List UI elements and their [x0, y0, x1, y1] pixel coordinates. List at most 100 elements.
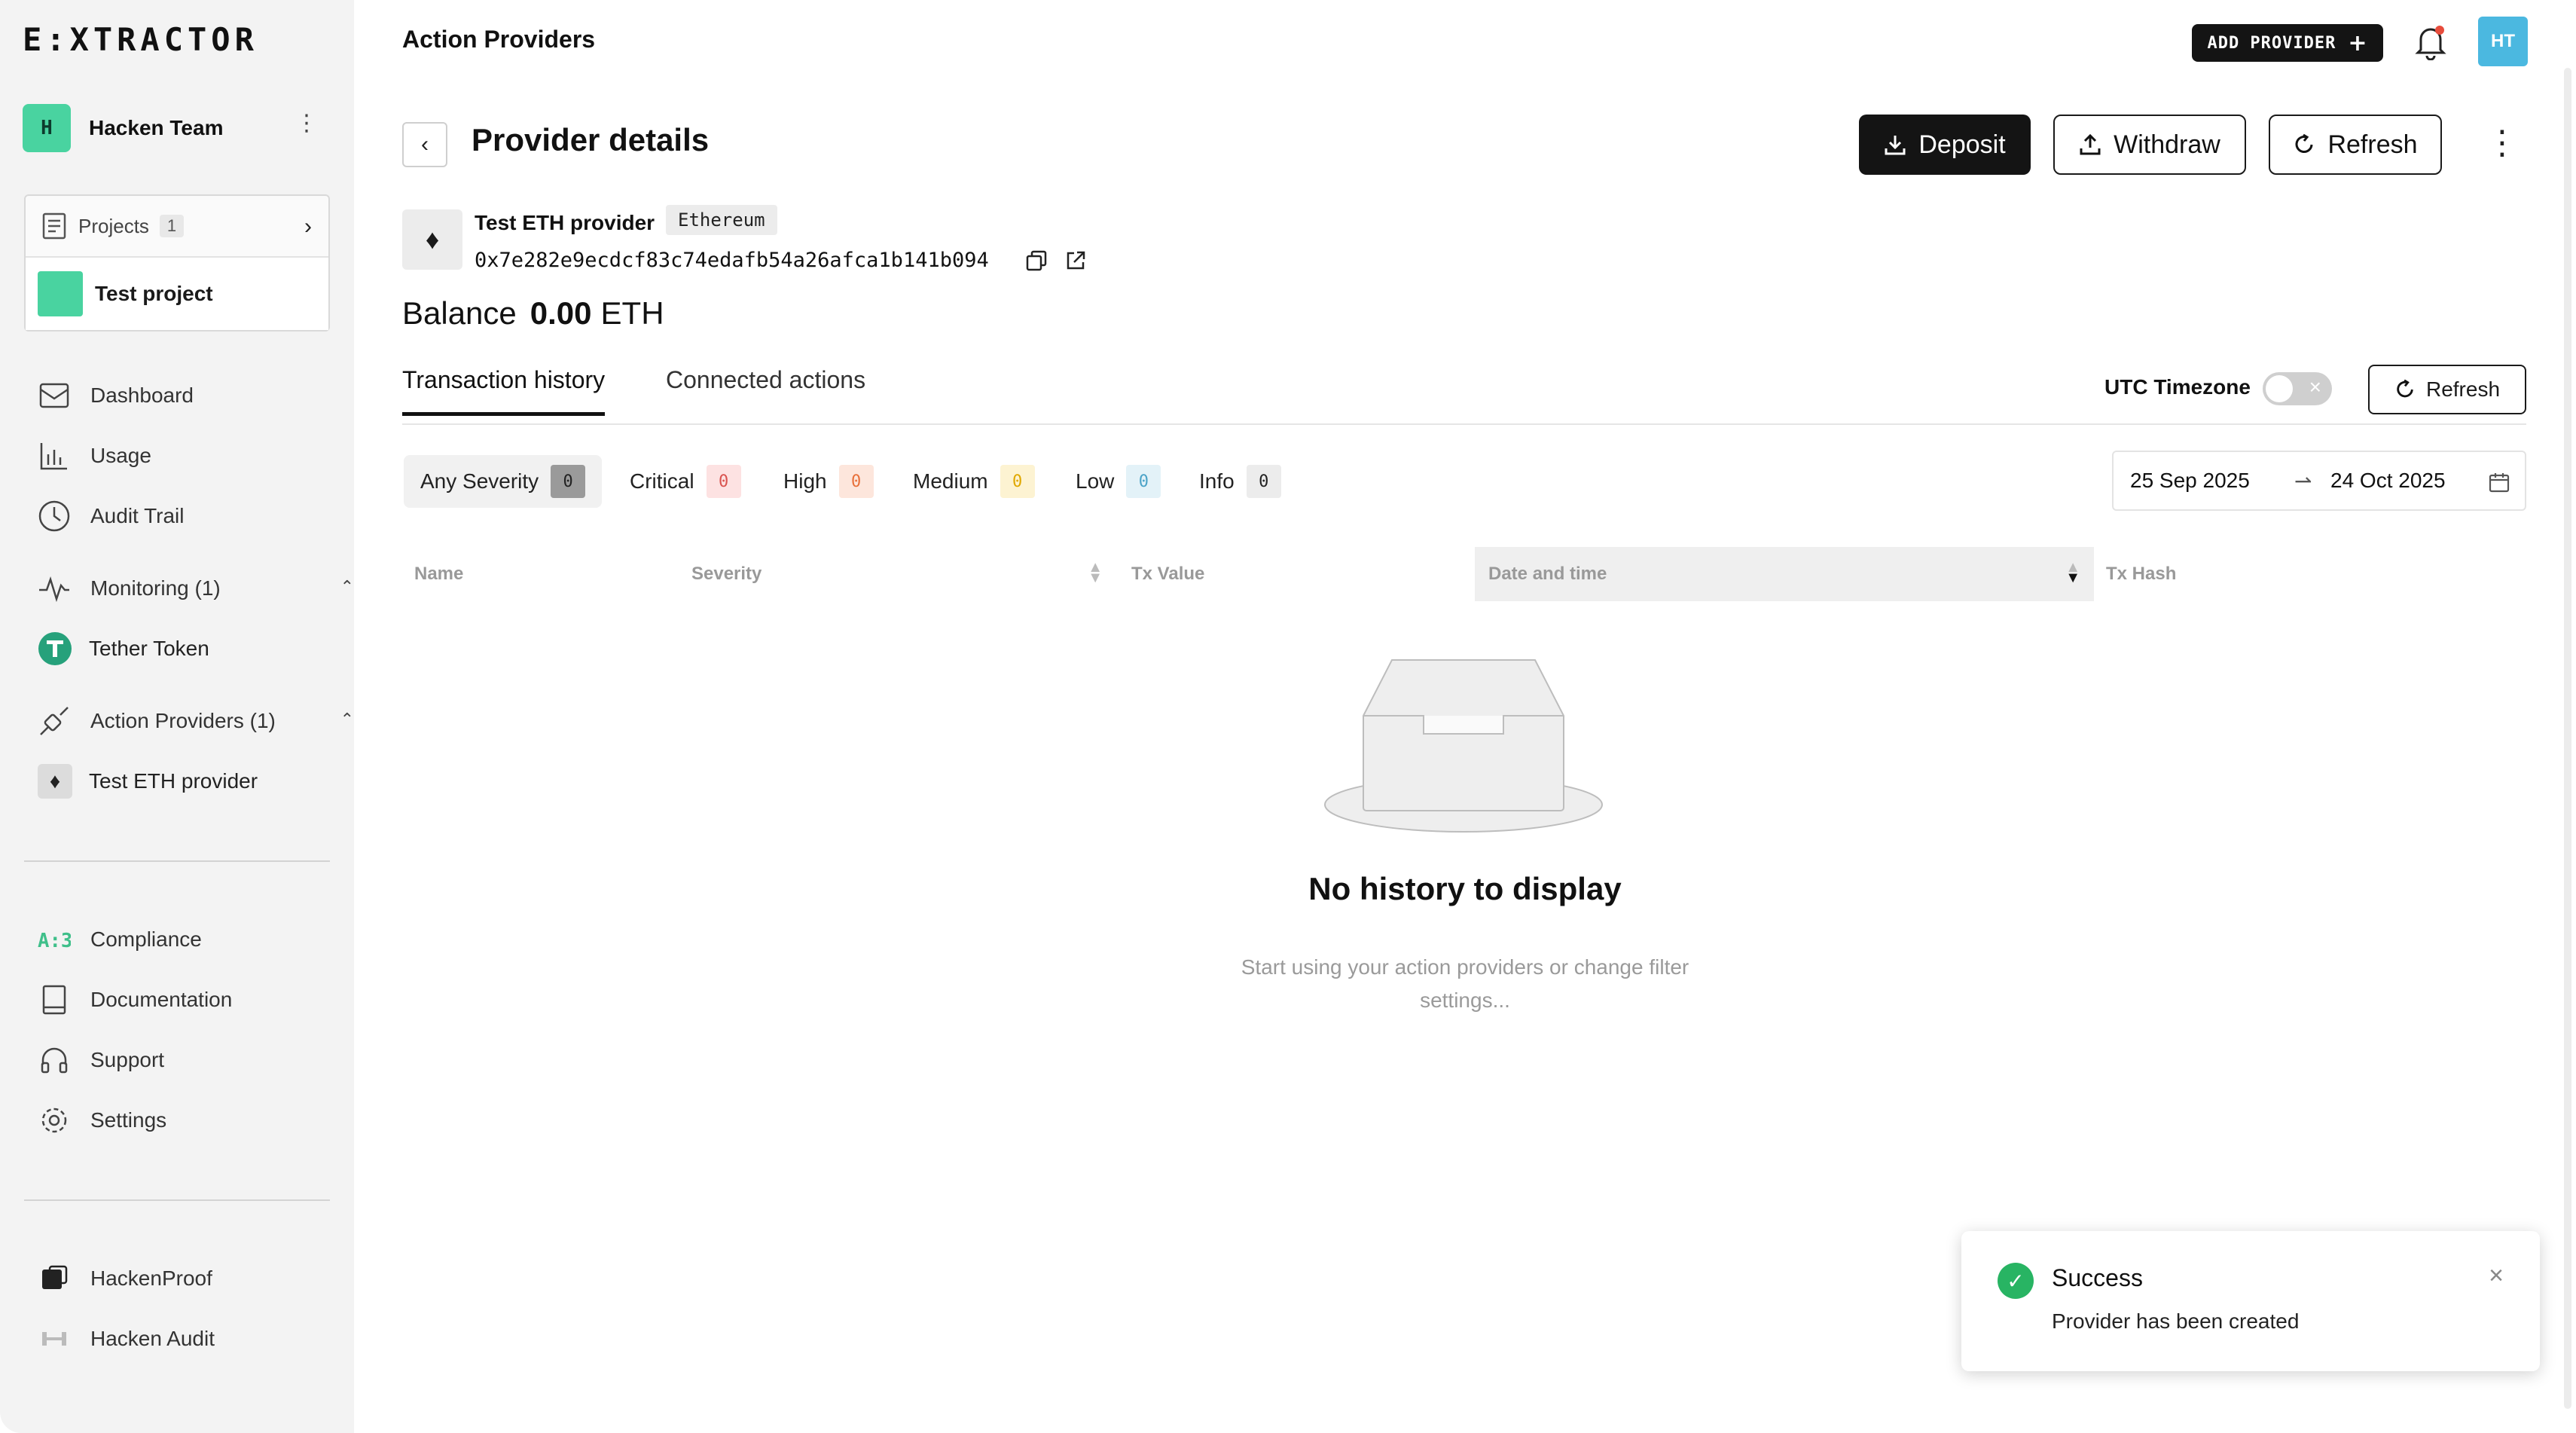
copy-icon[interactable]: [1026, 250, 1047, 271]
balance: Balance 0.00 ETH: [402, 295, 664, 332]
projects-header[interactable]: Projects 1 ›: [26, 196, 328, 258]
deposit-button[interactable]: Deposit: [1859, 115, 2031, 175]
date-to[interactable]: 24 Oct 2025: [2330, 469, 2446, 493]
filter-any-severity[interactable]: Any Severity 0: [404, 455, 603, 508]
chevron-up-icon[interactable]: ⌃: [340, 710, 354, 729]
filter-count: 0: [838, 465, 874, 498]
filter-high[interactable]: High 0: [767, 455, 890, 508]
projects-panel: Projects 1 › Test project: [24, 194, 330, 332]
column-tx-value[interactable]: Tx Value: [1121, 547, 1467, 601]
filter-count: 0: [1126, 465, 1161, 498]
column-tx-hash[interactable]: Tx Hash: [2095, 547, 2525, 601]
sidebar-divider: [24, 860, 330, 862]
calendar-icon[interactable]: [2489, 472, 2510, 493]
add-provider-button[interactable]: ADD PROVIDER +: [2192, 24, 2383, 62]
sidebar-item-usage[interactable]: Usage: [38, 437, 151, 475]
success-toast: ✓ Success Provider has been created ×: [1961, 1231, 2540, 1371]
utc-timezone-toggle[interactable]: ×: [2263, 372, 2332, 405]
filter-info[interactable]: Info 0: [1183, 455, 1298, 508]
sidebar-item-hackenproof[interactable]: HackenProof: [38, 1260, 212, 1297]
toast-title: Success: [2052, 1264, 2143, 1291]
headset-icon: [38, 1043, 71, 1077]
sort-icon[interactable]: ▲ ▼: [1088, 560, 1103, 585]
sidebar-item-label: Test ETH provider: [89, 769, 258, 793]
empty-state-subtitle: Start using your action providers or cha…: [1241, 955, 1689, 1012]
ethereum-icon: ♦: [38, 764, 72, 799]
hacken-audit-icon: [38, 1322, 71, 1355]
sidebar-item-label: Dashboard: [90, 383, 194, 407]
filter-label: Critical: [630, 469, 694, 493]
app-window: E:XTRACTOR H Hacken Team ⋮ Projects 1 › …: [0, 0, 2576, 1433]
book-icon: [38, 983, 71, 1016]
notifications-bell-icon[interactable]: [2415, 24, 2446, 61]
user-avatar[interactable]: HT: [2478, 17, 2528, 66]
sidebar-item-label: Support: [90, 1048, 165, 1071]
column-label: Severity: [691, 564, 762, 584]
date-from[interactable]: 25 Sep 2025: [2130, 469, 2250, 493]
refresh-label: Refresh: [2425, 377, 2501, 401]
back-button[interactable]: ‹: [402, 122, 447, 167]
close-icon[interactable]: ×: [2489, 1261, 2504, 1291]
date-range-picker[interactable]: 25 Sep 2025 ⇀ 24 Oct 2025: [2112, 451, 2526, 511]
tab-transaction-history[interactable]: Transaction history: [402, 366, 606, 416]
bar-chart-icon: [38, 439, 71, 472]
external-link-icon[interactable]: [1065, 250, 1086, 271]
ethereum-icon: ♦: [402, 209, 462, 270]
team-name: Hacken Team: [89, 116, 224, 139]
sidebar-item-support[interactable]: Support: [38, 1041, 164, 1079]
project-item[interactable]: Test project: [26, 258, 328, 330]
refresh-icon: [2397, 379, 2413, 398]
plug-icon: [38, 704, 71, 738]
balance-value: 0.00: [530, 295, 592, 331]
sidebar-item-documentation[interactable]: Documentation: [38, 981, 232, 1019]
more-options-icon[interactable]: ⋮: [2486, 124, 2519, 162]
tab-connected-actions[interactable]: Connected actions: [666, 366, 865, 412]
chevron-right-icon[interactable]: ›: [304, 214, 312, 240]
project-name: Test project: [95, 282, 213, 305]
sort-desc-icon[interactable]: ▲ ▼: [2065, 560, 2080, 585]
chevron-up-icon[interactable]: ⌃: [340, 577, 354, 597]
dashboard-icon: [38, 379, 71, 412]
column-severity[interactable]: Severity ▲ ▼: [681, 547, 1110, 601]
projects-count: 1: [159, 215, 185, 237]
tether-icon: [38, 631, 72, 666]
filter-label: Medium: [913, 469, 988, 493]
sidebar-item-hacken-audit[interactable]: Hacken Audit: [38, 1320, 215, 1358]
page-title: Provider details: [472, 122, 710, 157]
utc-timezone-label: UTC Timezone: [2104, 375, 2251, 399]
sidebar-item-settings[interactable]: Settings: [38, 1101, 166, 1139]
history-refresh-button[interactable]: Refresh: [2368, 365, 2526, 414]
app-logo[interactable]: E:XTRACTOR: [23, 21, 258, 58]
sidebar-item-compliance[interactable]: A:3 Compliance: [38, 921, 202, 958]
sidebar-item-dashboard[interactable]: Dashboard: [38, 377, 194, 414]
network-badge: Ethereum: [666, 205, 777, 235]
sidebar-item-test-eth-provider[interactable]: ♦ Test ETH provider: [38, 762, 258, 800]
add-provider-label: ADD PROVIDER: [2207, 33, 2336, 53]
filter-medium[interactable]: Medium 0: [896, 455, 1051, 508]
column-label: Tx Value: [1131, 564, 1205, 584]
scrollbar[interactable]: [2564, 68, 2571, 1409]
empty-state-title: No history to display: [1308, 871, 1622, 906]
sidebar-item-label: Monitoring (1): [90, 576, 221, 600]
filter-low[interactable]: Low 0: [1059, 455, 1177, 508]
column-name[interactable]: Name: [404, 547, 675, 601]
filter-critical[interactable]: Critical 0: [613, 455, 758, 508]
withdraw-button[interactable]: Withdraw: [2053, 115, 2246, 175]
sidebar-item-monitoring[interactable]: Monitoring (1) ⌃: [38, 570, 354, 607]
sidebar-item-label: Tether Token: [89, 637, 209, 660]
team-switcher[interactable]: H Hacken Team ⋮: [23, 104, 331, 152]
filter-label: High: [783, 469, 827, 493]
sidebar-item-audit-trail[interactable]: Audit Trail: [38, 497, 185, 535]
team-menu-icon[interactable]: ⋮: [295, 110, 318, 136]
sidebar-item-tether-token[interactable]: Tether Token: [38, 630, 209, 668]
refresh-label: Refresh: [2327, 130, 2418, 159]
sidebar-item-label: Compliance: [90, 927, 202, 951]
provider-address: 0x7e282e9ecdcf83c74edafb54a26afca1b141b0…: [475, 249, 989, 272]
sidebar-item-label: Documentation: [90, 988, 233, 1011]
plus-icon: +: [2348, 29, 2368, 57]
column-date-time[interactable]: Date and time ▲ ▼: [1475, 547, 2094, 601]
projects-label: Projects: [78, 214, 149, 237]
refresh-button[interactable]: Refresh: [2269, 115, 2442, 175]
sidebar-item-label: Action Providers (1): [90, 709, 276, 732]
sidebar-item-action-providers[interactable]: Action Providers (1) ⌃: [38, 702, 354, 740]
